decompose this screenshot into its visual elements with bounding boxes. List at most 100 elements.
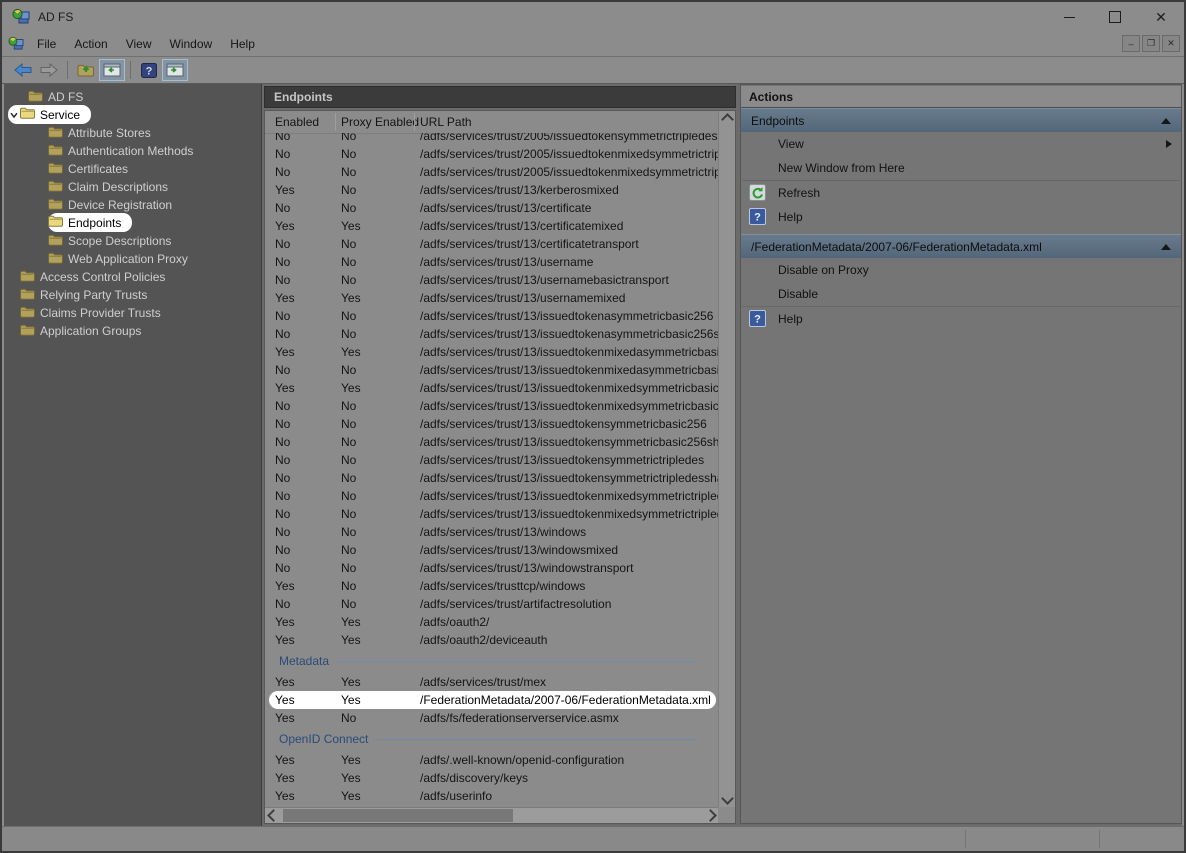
endpoint-row-highlighted[interactable]: YesYes/FederationMetadata/2007-06/Federa… <box>269 691 716 709</box>
scroll-left-icon[interactable] <box>265 808 281 823</box>
endpoint-row[interactable]: NoNo/adfs/services/trust/13/usernamebasi… <box>265 271 718 289</box>
endpoint-row[interactable]: NoNo/adfs/services/trust/13/issuedtokens… <box>265 451 718 469</box>
cell-url-path: /adfs/services/trust/13/username <box>420 255 718 269</box>
tree-node-web-application-proxy[interactable]: Web Application Proxy <box>48 250 261 268</box>
endpoint-row[interactable]: NoNo/adfs/services/trust/13/certificate <box>265 199 718 217</box>
horizontal-scrollbar[interactable] <box>265 807 718 823</box>
endpoint-row[interactable]: NoNo/adfs/services/trust/13/issuedtokenm… <box>265 361 718 379</box>
tree-node-access-control-policies[interactable]: Access Control Policies <box>8 268 261 286</box>
tree-node-scope-descriptions[interactable]: Scope Descriptions <box>48 232 261 250</box>
toolbar-separator <box>130 61 131 79</box>
action-disable[interactable]: Disable <box>741 282 1181 306</box>
tree-node-authentication-methods[interactable]: Authentication Methods <box>48 142 261 160</box>
endpoint-row[interactable]: NoNo/adfs/services/trust/2005/issuedtoke… <box>265 145 718 163</box>
endpoint-row[interactable]: NoNo/adfs/services/trust/13/username <box>265 253 718 271</box>
tree-node-endpoints[interactable]: Endpoints <box>48 213 132 232</box>
cell-proxy-enabled: Yes <box>341 615 420 629</box>
expand-chevron-icon[interactable] <box>8 110 20 120</box>
endpoint-row[interactable]: NoNo/adfs/services/trust/13/issuedtokenm… <box>265 397 718 415</box>
endpoint-row[interactable]: NoNo/adfs/services/trust/artifactresolut… <box>265 595 718 613</box>
endpoint-row[interactable]: YesNo/adfs/services/trusttcp/windows <box>265 577 718 595</box>
tree-node-relying-party-trusts[interactable]: Relying Party Trusts <box>8 286 261 304</box>
menu-window[interactable]: Window <box>161 34 222 54</box>
endpoint-row[interactable]: YesYes/adfs/discovery/keys <box>265 769 718 787</box>
scroll-right-icon[interactable] <box>702 808 718 823</box>
back-icon[interactable] <box>10 59 36 81</box>
actions-section-header-federationmetadata[interactable]: /FederationMetadata/2007-06/FederationMe… <box>741 234 1181 258</box>
maximize-button[interactable] <box>1092 2 1138 32</box>
collapse-chevron-icon[interactable] <box>1161 118 1171 124</box>
child-minimize-button[interactable]: – <box>1122 35 1140 52</box>
cell-proxy-enabled: No <box>341 561 420 575</box>
forward-icon[interactable] <box>36 59 62 81</box>
action-help[interactable]: ?Help <box>741 307 1181 331</box>
endpoint-row[interactable]: YesYes/adfs/oauth2/ <box>265 613 718 631</box>
action-help[interactable]: ?Help <box>741 205 1181 229</box>
endpoint-row[interactable]: NoNo/adfs/services/trust/13/certificatet… <box>265 235 718 253</box>
column-header-url-path[interactable]: URL Path <box>420 111 472 133</box>
action-view[interactable]: View <box>741 132 1181 156</box>
endpoint-row[interactable]: NoNo/adfs/services/trust/13/issuedtokenm… <box>265 505 718 523</box>
endpoint-row[interactable]: NoNo/adfs/services/trust/13/windows <box>265 523 718 541</box>
endpoint-row[interactable]: YesYes/adfs/services/trust/13/certificat… <box>265 217 718 235</box>
cell-url-path: /adfs/oauth2/deviceauth <box>420 633 718 647</box>
hscroll-thumb[interactable] <box>283 809 513 822</box>
tree-node-service[interactable]: Service <box>8 105 91 124</box>
endpoint-row[interactable]: NoNo/adfs/services/trust/13/issuedtokens… <box>265 469 718 487</box>
actions-section-header-endpoints[interactable]: Endpoints <box>741 108 1181 132</box>
folder-icon <box>48 126 63 141</box>
action-disable-on-proxy[interactable]: Disable on Proxy <box>741 258 1181 282</box>
endpoint-row[interactable]: NoNo/adfs/services/trust/13/windowstrans… <box>265 559 718 577</box>
column-header-enabled[interactable]: Enabled <box>275 111 319 133</box>
close-button[interactable]: ✕ <box>1138 2 1184 32</box>
endpoint-row[interactable]: NoNo/adfs/services/trust/2005/issuedtoke… <box>265 133 718 145</box>
menu-view[interactable]: View <box>117 34 161 54</box>
endpoint-row[interactable]: NoNo/adfs/services/trust/13/issuedtokena… <box>265 325 718 343</box>
cell-url-path: /adfs/services/trusttcp/windows <box>420 579 718 593</box>
vertical-scrollbar[interactable] <box>718 111 735 807</box>
collapse-chevron-icon[interactable] <box>1161 244 1171 250</box>
tree-node-application-groups[interactable]: Application Groups <box>8 322 261 340</box>
child-close-button[interactable]: ✕ <box>1162 35 1180 52</box>
tree-node-device-registration[interactable]: Device Registration <box>48 196 261 214</box>
cell-url-path: /adfs/services/trust/13/windows <box>420 525 718 539</box>
endpoint-row[interactable]: NoNo/adfs/services/trust/13/issuedtokens… <box>265 415 718 433</box>
cell-proxy-enabled: No <box>341 543 420 557</box>
tree-node-ad-fs[interactable]: AD FS <box>28 88 261 106</box>
scroll-down-icon[interactable] <box>719 790 736 807</box>
scroll-up-icon[interactable] <box>719 111 736 128</box>
tree-node-claims-provider-trusts[interactable]: Claims Provider Trusts <box>8 304 261 322</box>
tree-node-certificates[interactable]: Certificates <box>48 160 261 178</box>
minimize-button[interactable] <box>1046 2 1092 32</box>
endpoint-row[interactable]: YesYes/adfs/services/trust/13/usernamemi… <box>265 289 718 307</box>
help-icon[interactable]: ? <box>136 59 162 81</box>
action-new-window-from-here[interactable]: New Window from Here <box>741 156 1181 180</box>
up-level-icon[interactable] <box>73 59 99 81</box>
menu-action[interactable]: Action <box>65 34 116 54</box>
endpoint-row[interactable]: YesNo/adfs/fs/federationserverservice.as… <box>265 709 718 727</box>
column-divider[interactable] <box>335 113 336 131</box>
tree-node-attribute-stores[interactable]: Attribute Stores <box>48 124 261 142</box>
column-divider[interactable] <box>414 113 415 131</box>
endpoint-row[interactable]: NoNo/adfs/services/trust/13/issuedtokenm… <box>265 487 718 505</box>
console-tree-toggle-icon[interactable] <box>99 59 125 81</box>
column-header-proxy-enabled[interactable]: Proxy Enabled <box>341 111 419 133</box>
endpoint-row[interactable]: YesYes/adfs/.well-known/openid-configura… <box>265 751 718 769</box>
endpoint-row[interactable]: YesYes/adfs/services/trust/mex <box>265 673 718 691</box>
endpoint-row[interactable]: NoNo/adfs/services/trust/13/issuedtokena… <box>265 307 718 325</box>
endpoint-row[interactable]: YesYes/adfs/services/trust/13/issuedtoke… <box>265 379 718 397</box>
endpoint-row[interactable]: NoNo/adfs/services/trust/2005/issuedtoke… <box>265 163 718 181</box>
action-pane-toggle-icon[interactable] <box>162 59 188 81</box>
tree-node-claim-descriptions[interactable]: Claim Descriptions <box>48 178 261 196</box>
menu-help[interactable]: Help <box>221 34 264 54</box>
cell-proxy-enabled: No <box>341 133 420 143</box>
endpoint-row[interactable]: YesYes/adfs/services/trust/13/issuedtoke… <box>265 343 718 361</box>
endpoint-row[interactable]: YesNo/adfs/services/trust/13/kerberosmix… <box>265 181 718 199</box>
action-refresh[interactable]: Refresh <box>741 181 1181 205</box>
menu-file[interactable]: File <box>28 34 65 54</box>
endpoint-row[interactable]: YesYes/adfs/userinfo <box>265 787 718 805</box>
endpoint-row[interactable]: NoNo/adfs/services/trust/13/issuedtokens… <box>265 433 718 451</box>
endpoint-row[interactable]: NoNo/adfs/services/trust/13/windowsmixed <box>265 541 718 559</box>
endpoint-row[interactable]: YesYes/adfs/oauth2/deviceauth <box>265 631 718 649</box>
child-restore-button[interactable]: ❐ <box>1142 35 1160 52</box>
